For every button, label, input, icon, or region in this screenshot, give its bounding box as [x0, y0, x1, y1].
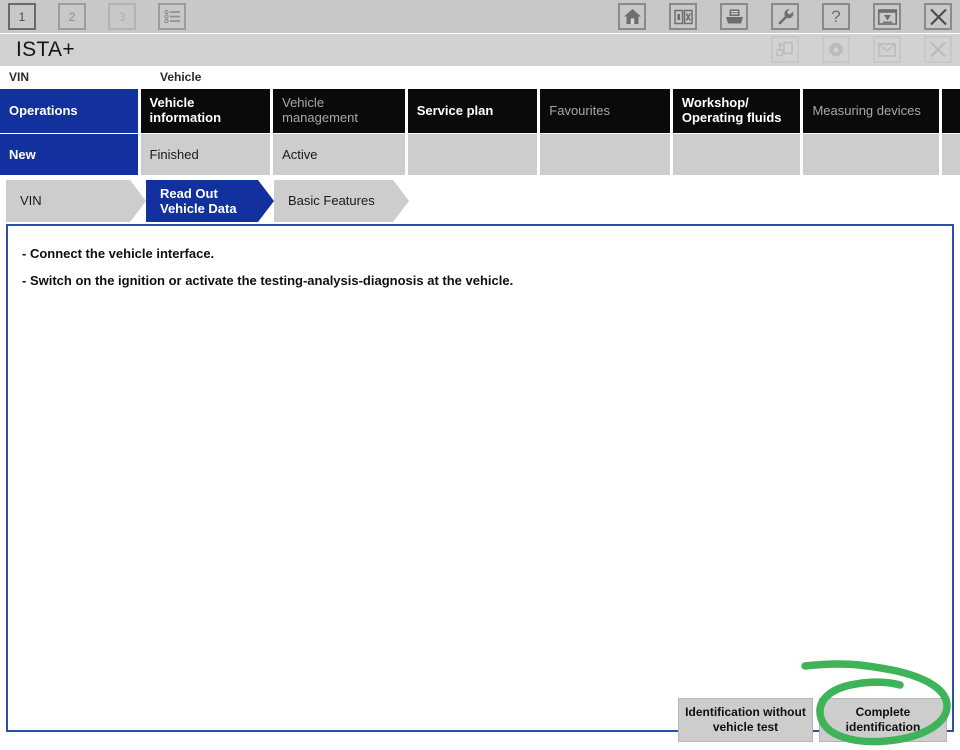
tab-vehicle-information-label: Vehicle information	[149, 95, 222, 125]
sub-tab-finished[interactable]: Finished	[140, 134, 274, 175]
app-title: ISTA+	[16, 38, 75, 61]
sub-tab-overflow[interactable]	[942, 134, 960, 175]
list-icon[interactable]	[158, 3, 186, 30]
tab-favourites-label: Favourites	[549, 102, 610, 118]
vehicle-info-row: VIN Vehicle	[0, 67, 960, 89]
tab-workshop-operating-fluids-label: Workshop/ Operating fluids	[681, 95, 782, 125]
gear-icon	[822, 36, 850, 63]
sub-tab-empty-6[interactable]	[672, 134, 804, 175]
instruction-line-2: - Switch on the ignition or activate the…	[22, 273, 514, 288]
home-icon[interactable]	[618, 3, 646, 30]
title-bar: ISTA+	[0, 34, 960, 67]
identification-without-vehicle-test-label: Identification without vehicle test	[685, 705, 806, 734]
tab-vehicle-information[interactable]: Vehicle information	[140, 89, 274, 133]
top-toolbar: 1 2 3 ?	[0, 0, 960, 34]
identification-without-vehicle-test-button[interactable]: Identification without vehicle test	[678, 698, 813, 742]
complete-identification-label: Complete identification	[845, 705, 921, 734]
chevron-tab-read-out-vehicle-data-label: Read Out Vehicle Data	[160, 185, 237, 216]
help-icon[interactable]: ?	[822, 3, 850, 30]
tab-vehicle-management[interactable]: Vehicle management	[273, 89, 408, 133]
sub-tab-active[interactable]: Active	[273, 134, 408, 175]
tab-vehicle-management-label: Vehicle management	[282, 95, 359, 125]
sub-tab-finished-label: Finished	[149, 147, 199, 162]
step-button-1[interactable]: 1	[8, 3, 36, 30]
printer-icon[interactable]	[720, 3, 748, 30]
vin-label: VIN	[9, 70, 30, 84]
tab-service-plan-label: Service plan	[416, 102, 494, 118]
step-button-2[interactable]: 2	[58, 3, 86, 30]
sub-tab-empty-7[interactable]	[803, 134, 943, 175]
content-panel: - Connect the vehicle interface. - Switc…	[6, 224, 954, 732]
main-tab-bar: Operations Vehicle information Vehicle m…	[0, 89, 960, 133]
mail-icon	[873, 36, 901, 63]
sub-tab-new[interactable]: New	[0, 134, 141, 175]
tab-favourites[interactable]: Favourites	[540, 89, 673, 133]
two-panel-icon[interactable]	[669, 3, 697, 30]
tab-operations[interactable]: Operations	[0, 89, 141, 133]
tab-workshop-operating-fluids[interactable]: Workshop/ Operating fluids	[672, 89, 804, 133]
help-icon-glyph: ?	[831, 7, 841, 26]
tab-overflow[interactable]	[942, 89, 960, 133]
sub-tab-active-label: Active	[282, 147, 318, 162]
tab-measuring-devices[interactable]: Measuring devices	[803, 89, 943, 133]
tab-operations-label: Operations	[9, 102, 78, 118]
toolbar-left-group: 1 2 3	[8, 3, 186, 30]
step-button-3[interactable]: 3	[108, 3, 136, 30]
chevron-tab-vin[interactable]: VIN	[6, 180, 146, 222]
chevron-tab-read-out-vehicle-data[interactable]: Read Out Vehicle Data	[146, 180, 274, 222]
tab-measuring-devices-label: Measuring devices	[812, 102, 921, 118]
breadcrumb-tab-bar: VIN Read Out Vehicle Data Basic Features	[0, 180, 960, 222]
sub-tab-new-label: New	[9, 147, 36, 162]
vehicle-label: Vehicle	[160, 70, 202, 84]
sub-tab-empty-5[interactable]	[540, 134, 673, 175]
chevron-tab-vin-label: VIN	[20, 193, 42, 209]
wrench-icon[interactable]	[771, 3, 799, 30]
sub-tab-bar: New Finished Active	[0, 134, 960, 175]
close-icon[interactable]	[924, 3, 952, 30]
toolbar-right-group: ?	[618, 3, 952, 30]
sub-tab-empty-4[interactable]	[407, 134, 541, 175]
close-icon	[924, 36, 952, 63]
title-bar-icon-group	[771, 36, 952, 63]
chevron-tab-basic-features-label: Basic Features	[288, 193, 375, 209]
collapse-icon[interactable]	[873, 3, 901, 30]
instruction-line-1: - Connect the vehicle interface.	[22, 246, 215, 261]
network-connection-icon	[771, 36, 799, 63]
complete-identification-button[interactable]: Complete identification	[819, 698, 947, 742]
chevron-tab-basic-features[interactable]: Basic Features	[274, 180, 409, 222]
tab-service-plan[interactable]: Service plan	[407, 89, 541, 133]
